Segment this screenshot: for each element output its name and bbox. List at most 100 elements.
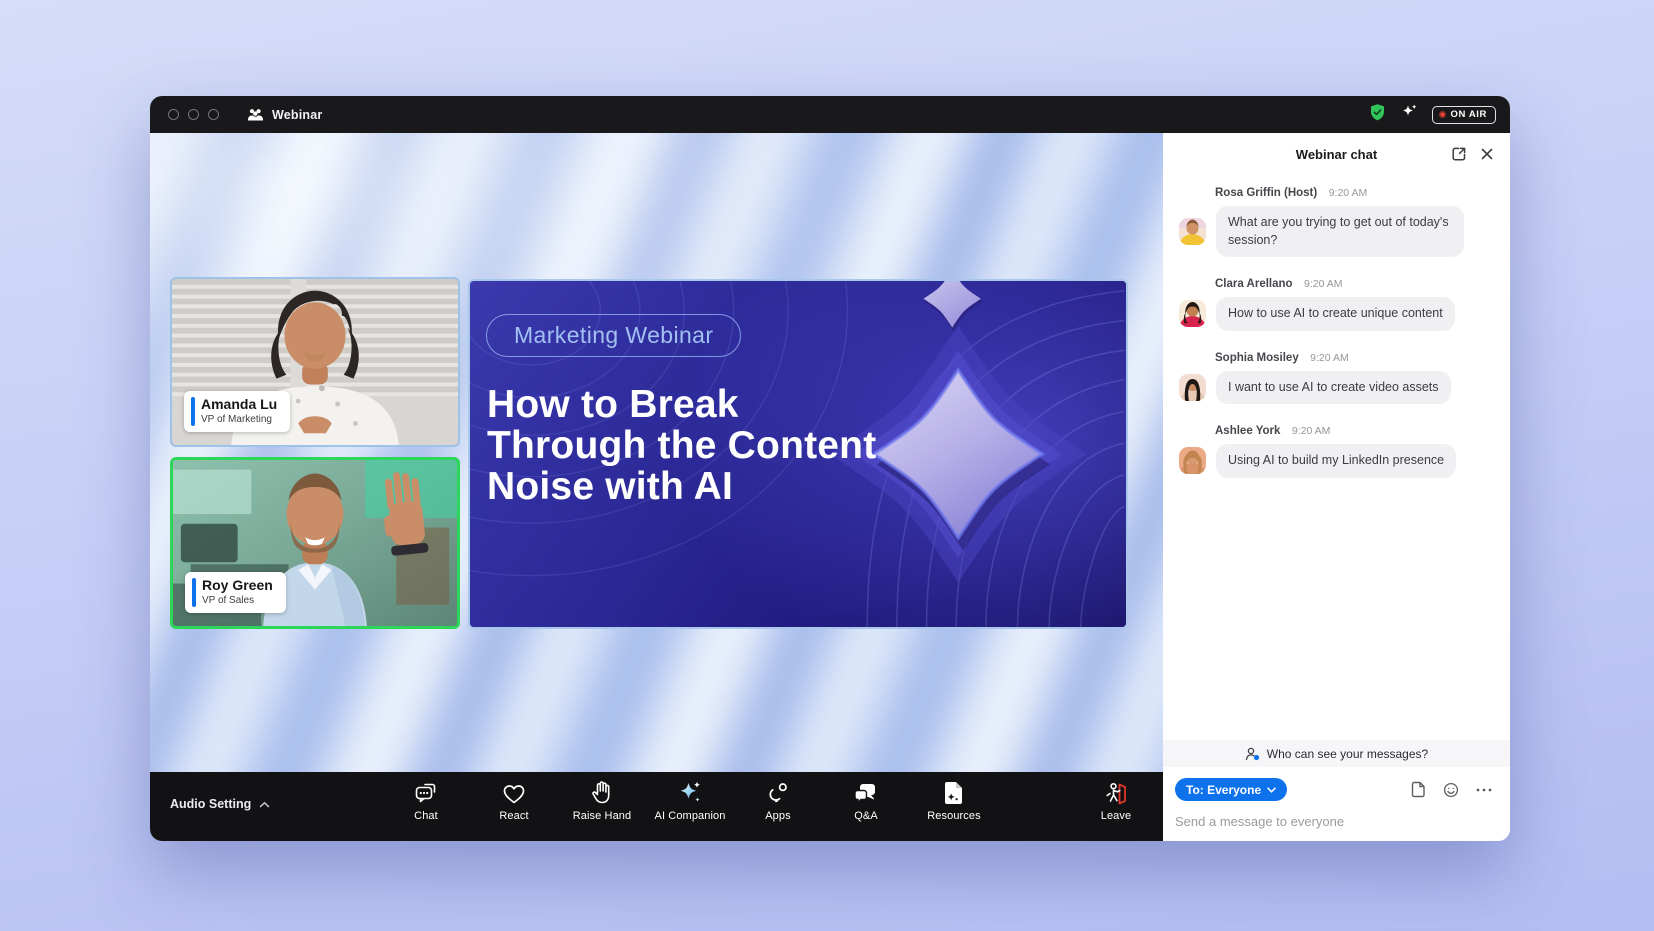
audio-setting-label: Audio Setting (170, 797, 251, 811)
slide-title: How to Break Through the Content Noise w… (487, 385, 876, 508)
window-title: Webinar (272, 108, 323, 122)
security-shield-icon[interactable] (1368, 103, 1387, 127)
toolbar-label: Leave (1101, 810, 1131, 822)
nametag-roy: Roy Green VP of Sales (185, 572, 286, 614)
chat-composer: To: Everyone (1163, 767, 1510, 841)
message-meta: Sophia Mosiley 9:20 AM (1215, 348, 1494, 366)
message-input[interactable] (1175, 814, 1496, 829)
file-icon (1411, 781, 1426, 798)
person-info-icon (1245, 747, 1260, 761)
window-controls (168, 109, 219, 120)
qa-button[interactable]: Q&A (833, 778, 899, 822)
more-options-button[interactable] (1476, 788, 1492, 792)
meeting-main-area: Amanda Lu VP of Marketing (150, 133, 1163, 841)
toolbar-label: Chat (414, 810, 438, 822)
apps-button[interactable]: Apps (745, 778, 811, 822)
window-title-group: Webinar (247, 108, 323, 122)
apps-icon (765, 778, 791, 806)
recipient-label: To: Everyone (1186, 783, 1261, 797)
webinar-chat-panel: Webinar chat (1163, 133, 1510, 841)
pop-out-icon (1451, 146, 1467, 162)
toolbar-label: Q&A (854, 810, 878, 822)
chat-icon (413, 778, 439, 806)
toolbar-label: Raise Hand (573, 810, 631, 822)
chat-message-list[interactable]: Rosa Griffin (Host) 9:20 AM What are you… (1163, 175, 1510, 740)
raise-hand-icon (590, 778, 614, 806)
nametag-amanda: Amanda Lu VP of Marketing (184, 391, 290, 433)
chevron-up-icon (259, 801, 270, 808)
chat-button[interactable]: Chat (393, 778, 459, 822)
message-author: Rosa Griffin (Host) (1215, 187, 1317, 199)
message-bubble: I want to use AI to create video assets (1216, 371, 1451, 405)
avatar-rosa (1179, 218, 1206, 245)
message-author: Clara Arellano (1215, 278, 1293, 290)
message-bubble: What are you trying to get out of today'… (1216, 206, 1464, 257)
message-author: Ashlee York (1215, 425, 1280, 437)
meeting-toolbar: Audio Setting (150, 772, 1163, 841)
avatar-ashlee (1179, 447, 1206, 474)
participants-icon (247, 108, 264, 122)
audio-setting-button[interactable]: Audio Setting (170, 797, 270, 811)
message-meta: Clara Arellano 9:20 AM (1215, 274, 1494, 292)
title-bar: Webinar ON AIR (150, 96, 1510, 133)
chat-message: Rosa Griffin (Host) 9:20 AM What are you… (1179, 183, 1494, 257)
avatar-sophia (1179, 374, 1206, 401)
ai-companion-button[interactable]: AI Companion (657, 778, 723, 822)
webinar-window: Webinar ON AIR (150, 96, 1510, 841)
on-air-badge: ON AIR (1432, 106, 1497, 124)
close-window-button[interactable] (168, 109, 179, 120)
message-meta: Rosa Griffin (Host) 9:20 AM (1215, 183, 1494, 201)
minimize-window-button[interactable] (188, 109, 199, 120)
slide-background: Marketing Webinar How to Break Through t… (470, 281, 1126, 627)
chat-header-actions (1451, 146, 1494, 162)
participant-role: VP of Marketing (201, 413, 277, 426)
resources-icon (942, 778, 966, 806)
participant-name: Roy Green (202, 577, 273, 595)
qa-icon (853, 778, 879, 806)
pop-out-chat-button[interactable] (1451, 146, 1467, 162)
leave-icon (1103, 778, 1130, 806)
message-bubble: How to use AI to create unique content (1216, 297, 1455, 331)
message-time: 9:20 AM (1304, 278, 1343, 290)
toolbar-label: Resources (927, 810, 980, 822)
on-air-dot-icon (1439, 111, 1446, 118)
smiley-icon (1443, 782, 1459, 798)
message-time: 9:20 AM (1310, 352, 1349, 364)
message-meta: Ashlee York 9:20 AM (1215, 421, 1494, 439)
on-air-label: ON AIR (1451, 109, 1488, 120)
ellipsis-icon (1476, 788, 1492, 792)
chat-message: Ashlee York 9:20 AM Using AI to build my… (1179, 421, 1494, 478)
slide-badge: Marketing Webinar (486, 314, 741, 357)
close-icon (1480, 147, 1494, 161)
desktop: Webinar ON AIR (0, 0, 1654, 931)
message-time: 9:20 AM (1329, 187, 1368, 199)
visibility-info-bar[interactable]: Who can see your messages? (1163, 740, 1510, 767)
ai-companion-icon (677, 778, 704, 806)
titlebar-status: ON AIR (1368, 103, 1497, 127)
attach-file-button[interactable] (1411, 781, 1426, 798)
toolbar-items: Chat React (393, 778, 987, 822)
toolbar-label: React (499, 810, 528, 822)
heart-icon (501, 778, 527, 806)
react-button[interactable]: React (481, 778, 547, 822)
leave-button[interactable]: Leave (1083, 778, 1149, 822)
shared-slide[interactable]: Marketing Webinar How to Break Through t… (468, 279, 1128, 629)
toolbar-label: Apps (765, 810, 790, 822)
video-tile-amanda[interactable]: Amanda Lu VP of Marketing (170, 277, 460, 447)
raise-hand-button[interactable]: Raise Hand (569, 778, 635, 822)
visibility-note: Who can see your messages? (1267, 747, 1428, 761)
emoji-button[interactable] (1443, 782, 1459, 798)
close-chat-button[interactable] (1480, 147, 1494, 161)
video-stage: Amanda Lu VP of Marketing (150, 133, 1163, 772)
chat-message: Clara Arellano 9:20 AM How to use AI to … (1179, 274, 1494, 331)
message-bubble: Using AI to build my LinkedIn presence (1216, 444, 1456, 478)
ai-sparkle-icon[interactable] (1400, 103, 1419, 127)
chevron-down-icon (1267, 787, 1276, 793)
resources-button[interactable]: Resources (921, 778, 987, 822)
toolbar-label: AI Companion (655, 810, 726, 822)
participant-name: Amanda Lu (201, 396, 277, 414)
video-tile-roy[interactable]: Roy Green VP of Sales (170, 457, 460, 629)
participant-role: VP of Sales (202, 594, 273, 607)
zoom-window-button[interactable] (208, 109, 219, 120)
recipient-selector[interactable]: To: Everyone (1175, 778, 1287, 801)
